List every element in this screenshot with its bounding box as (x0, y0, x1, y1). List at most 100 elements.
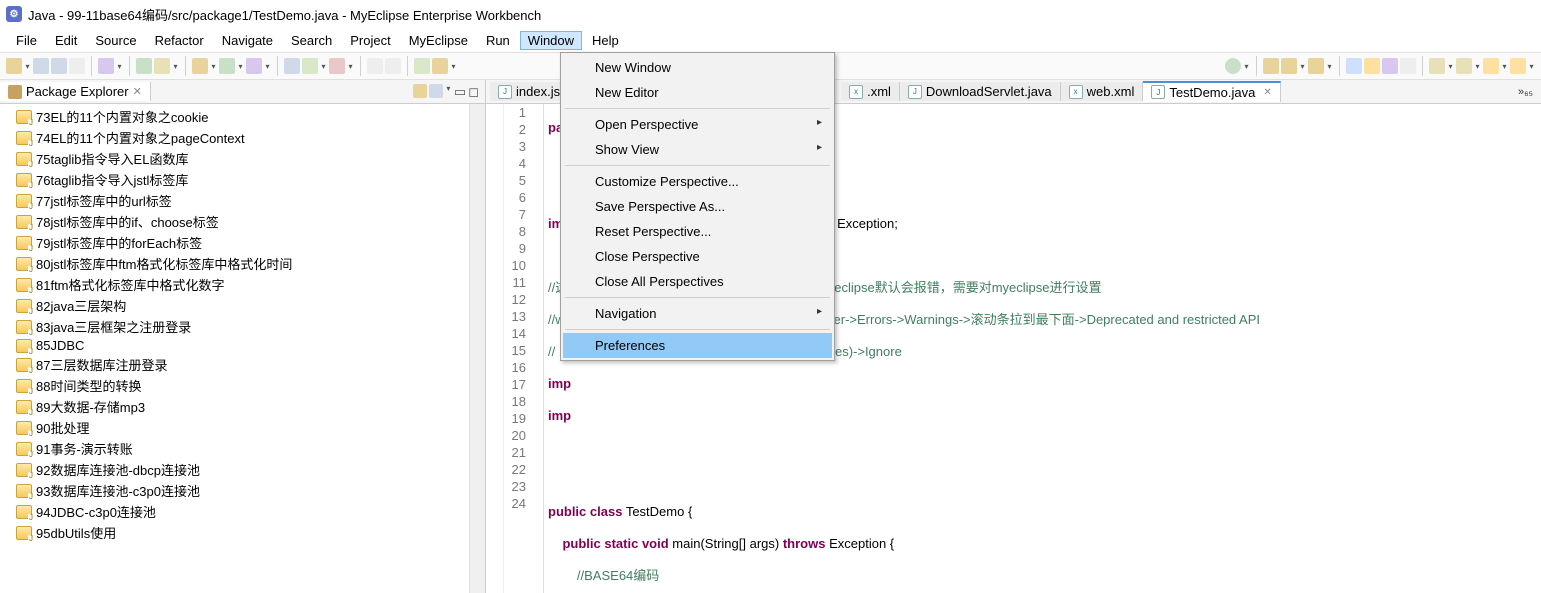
menu-navigate[interactable]: Navigate (214, 31, 281, 50)
project-item[interactable]: 89大数据-存储mp3 (4, 396, 465, 417)
highlight-icon[interactable] (1364, 58, 1380, 74)
project-item[interactable]: 79jstl标签库中的forEach标签 (4, 232, 465, 253)
menu-item-show-view[interactable]: Show View (563, 137, 832, 162)
project-item[interactable]: 93数据库连接池-c3p0连接池 (4, 480, 465, 501)
search-icon[interactable] (1346, 58, 1362, 74)
close-icon[interactable]: ✕ (133, 85, 142, 98)
tool2-icon[interactable] (385, 58, 401, 74)
menu-window[interactable]: Window (520, 31, 582, 50)
run-icon[interactable] (1225, 58, 1241, 74)
refresh-icon[interactable] (154, 58, 170, 74)
menu-item-new-window[interactable]: New Window (563, 55, 832, 80)
project-item[interactable]: 78jstl标签库中的if、choose标签 (4, 211, 465, 232)
debug-icon[interactable] (414, 58, 430, 74)
new-class-icon[interactable] (1281, 58, 1297, 74)
menu-refactor[interactable]: Refactor (147, 31, 212, 50)
menu-project[interactable]: Project (342, 31, 398, 50)
project-item[interactable]: 87三层数据库注册登录 (4, 354, 465, 375)
collapse-icon[interactable] (413, 84, 427, 98)
new-icon[interactable] (6, 58, 22, 74)
menu-item-navigation[interactable]: Navigation (563, 301, 832, 326)
menu-item-open-perspective[interactable]: Open Perspective (563, 112, 832, 137)
project-item[interactable]: 74EL的11个内置对象之pageContext (4, 127, 465, 148)
new-interface-icon[interactable] (1308, 58, 1324, 74)
bookmark-icon[interactable] (1382, 58, 1398, 74)
file-icon: x (849, 85, 863, 99)
project-item[interactable]: 82java三层架构 (4, 295, 465, 316)
nav-icon[interactable] (1429, 58, 1445, 74)
menu-edit[interactable]: Edit (47, 31, 85, 50)
title-bar: ⚙ Java - 99-11base64编码/src/package1/Test… (0, 0, 1541, 28)
menu-item-reset-perspective-[interactable]: Reset Perspective... (563, 219, 832, 244)
dropdown-icon[interactable]: ▾ (24, 62, 31, 71)
project-item[interactable]: 95dbUtils使用 (4, 522, 465, 543)
project-item[interactable]: 75taglib指令导入EL函数库 (4, 148, 465, 169)
browser-icon[interactable] (136, 58, 152, 74)
project-item[interactable]: 77jstl标签库中的url标签 (4, 190, 465, 211)
menu-item-save-perspective-as-[interactable]: Save Perspective As... (563, 194, 832, 219)
run-icon[interactable] (432, 58, 448, 74)
back-icon[interactable] (1483, 58, 1499, 74)
menu-search[interactable]: Search (283, 31, 340, 50)
project-item[interactable]: 76taglib指令导入jstl标签库 (4, 169, 465, 190)
package-explorer-tab[interactable]: Package Explorer ✕ (0, 82, 151, 101)
fold-gutter[interactable] (530, 104, 544, 593)
project-folder-icon (16, 215, 32, 229)
editor-tab[interactable]: JTestDemo.java✕ (1143, 81, 1280, 102)
menu-run[interactable]: Run (478, 31, 518, 50)
deploy-icon[interactable] (302, 58, 318, 74)
outline-icon[interactable] (1400, 58, 1416, 74)
server-icon[interactable] (284, 58, 300, 74)
menu-source[interactable]: Source (87, 31, 144, 50)
project-label: 95dbUtils使用 (36, 523, 116, 542)
wizard3-icon[interactable] (246, 58, 262, 74)
project-item[interactable]: 88时间类型的转换 (4, 375, 465, 396)
project-item[interactable]: 85JDBC (4, 337, 465, 354)
project-item[interactable]: 73EL的11个内置对象之cookie (4, 106, 465, 127)
menu-myeclipse[interactable]: MyEclipse (401, 31, 476, 50)
editor-tab[interactable]: JDownloadServlet.java (900, 82, 1061, 101)
menu-item-close-perspective[interactable]: Close Perspective (563, 244, 832, 269)
project-item[interactable]: 81ftm格式化标签库中格式化数字 (4, 274, 465, 295)
project-tree[interactable]: 73EL的11个内置对象之cookie74EL的11个内置对象之pageCont… (0, 104, 469, 593)
new-package-icon[interactable] (1263, 58, 1279, 74)
close-icon[interactable]: ✕ (1263, 87, 1271, 98)
tab-overflow[interactable]: »₆₅ (1510, 86, 1541, 98)
editor-tab[interactable]: Jindex.js (490, 82, 569, 101)
save-all-icon[interactable] (51, 58, 67, 74)
project-item[interactable]: 92数据库连接池-dbcp连接池 (4, 459, 465, 480)
maximize-icon[interactable]: ◻ (468, 84, 479, 100)
menu-help[interactable]: Help (584, 31, 627, 50)
menu-item-customize-perspective-[interactable]: Customize Perspective... (563, 169, 832, 194)
window-title: Java - 99-11base64编码/src/package1/TestDe… (28, 5, 541, 24)
project-folder-icon (16, 299, 32, 313)
editor-tab[interactable]: x.xml (841, 82, 900, 101)
menu-item-close-all-perspectives[interactable]: Close All Perspectives (563, 269, 832, 294)
project-item[interactable]: 83java三层框架之注册登录 (4, 316, 465, 337)
project-item[interactable]: 94JDBC-c3p0连接池 (4, 501, 465, 522)
scrollbar[interactable] (469, 104, 485, 593)
minimize-icon[interactable]: ▭ (454, 84, 466, 100)
project-folder-icon (16, 194, 32, 208)
save-icon[interactable] (33, 58, 49, 74)
project-item[interactable]: 80jstl标签库中ftm格式化标签库中格式化时间 (4, 253, 465, 274)
menu-item-new-editor[interactable]: New Editor (563, 80, 832, 105)
tool-icon[interactable] (367, 58, 383, 74)
link-icon[interactable] (429, 84, 443, 98)
project-item[interactable]: 90批处理 (4, 417, 465, 438)
nav2-icon[interactable] (1456, 58, 1472, 74)
stop-icon[interactable] (329, 58, 345, 74)
project-folder-icon (16, 358, 32, 372)
view-menu-icon[interactable]: ▾ (445, 84, 452, 100)
print-icon[interactable] (69, 58, 85, 74)
forward-icon[interactable] (1510, 58, 1526, 74)
editor-tab[interactable]: xweb.xml (1061, 82, 1144, 101)
perspective-icon[interactable] (98, 58, 114, 74)
menu-item-preferences[interactable]: Preferences (563, 333, 832, 358)
project-item[interactable]: 91事务-演示转账 (4, 438, 465, 459)
menu-file[interactable]: File (8, 31, 45, 50)
wizard-icon[interactable] (192, 58, 208, 74)
package-explorer-icon (8, 85, 22, 99)
wizard2-icon[interactable] (219, 58, 235, 74)
project-folder-icon (16, 484, 32, 498)
